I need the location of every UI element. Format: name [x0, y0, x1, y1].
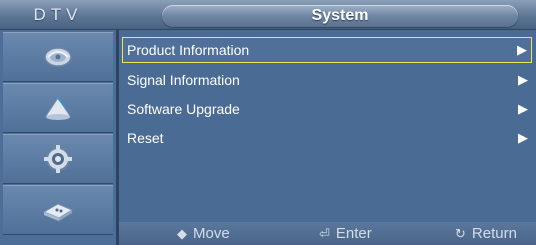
- arrow-right-icon: ▶: [518, 101, 528, 116]
- arrow-right-icon: ▶: [517, 42, 527, 57]
- sidebar-item-setup[interactable]: [3, 134, 113, 184]
- top-bar: DTV System: [0, 0, 536, 30]
- menu-item-reset[interactable]: Reset ▶: [122, 125, 532, 151]
- menu-title-bar: System: [162, 5, 518, 27]
- sidebar: [0, 30, 116, 245]
- move-diamond-icon: ◆: [177, 226, 187, 241]
- menu-item-label: Product Information: [127, 42, 250, 58]
- arrow-right-icon: ▶: [518, 130, 528, 145]
- help-bar: ◆ Move ⏎ Enter ↻ Return: [119, 222, 536, 245]
- menu-item-label: Signal Information: [127, 72, 240, 88]
- menu-item-product-information[interactable]: Product Information ▶: [122, 37, 532, 63]
- hint-return-label: Return: [471, 225, 517, 242]
- menu-item-signal-information[interactable]: Signal Information ▶: [122, 67, 532, 93]
- setup-gear-icon: [44, 145, 72, 173]
- arrow-right-icon: ▶: [518, 72, 528, 87]
- tv-osd-screen: DTV System Product Information ▶ Signal …: [0, 0, 536, 245]
- hint-move-label: Move: [193, 225, 230, 242]
- hint-move: ◆ Move: [177, 222, 230, 245]
- system-menu: Product Information ▶ Signal Information…: [119, 30, 536, 220]
- menu-item-label: Software Upgrade: [127, 101, 240, 117]
- menu-title: System: [311, 7, 369, 24]
- sidebar-item-picture[interactable]: [3, 32, 113, 82]
- input-remote-icon: [41, 198, 75, 222]
- hint-enter: ⏎ Enter: [319, 222, 372, 245]
- mode-label: DTV: [33, 5, 83, 24]
- sidebar-item-input[interactable]: [3, 185, 113, 235]
- channel-antenna-icon: [42, 94, 74, 122]
- menu-item-software-upgrade[interactable]: Software Upgrade ▶: [122, 96, 532, 122]
- satellite-dish-icon: [43, 44, 73, 70]
- sidebar-item-channel[interactable]: [3, 83, 113, 133]
- return-icon: ↻: [455, 226, 466, 241]
- enter-icon: ⏎: [319, 226, 330, 241]
- hint-return: ↻ Return: [455, 222, 517, 245]
- hint-enter-label: Enter: [335, 225, 372, 242]
- menu-item-label: Reset: [127, 130, 164, 146]
